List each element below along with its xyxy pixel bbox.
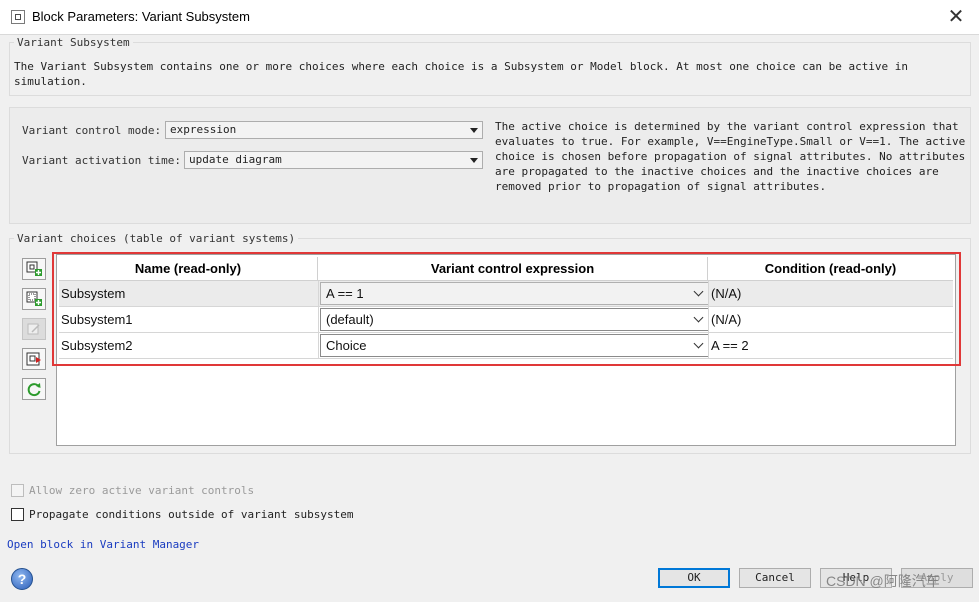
- variant-control-mode-select[interactable]: expression: [165, 121, 483, 139]
- subsystem-description-line1: The Variant Subsystem contains one or mo…: [14, 60, 909, 73]
- add-model-choice-button[interactable]: [22, 288, 46, 310]
- help-icon[interactable]: ?: [11, 568, 33, 590]
- block-parameters-icon: [11, 10, 25, 24]
- open-variant-manager-link[interactable]: Open block in Variant Manager: [7, 538, 199, 551]
- title-bar: Block Parameters: Variant Subsystem ✕: [0, 0, 979, 35]
- propagate-conditions-label: Propagate conditions outside of variant …: [29, 508, 354, 521]
- dropdown-arrow-icon: [470, 128, 478, 133]
- refresh-choices-button[interactable]: [22, 378, 46, 400]
- add-model-icon: [26, 291, 42, 306]
- variant-choices-legend: Variant choices (table of variant system…: [17, 232, 296, 245]
- activation-info-line4: are propagated to the inactive choices a…: [495, 165, 939, 178]
- open-choice-button[interactable]: [22, 348, 46, 370]
- activation-info-line1: The active choice is determined by the v…: [495, 120, 959, 133]
- variant-control-mode-label: Variant control mode:: [22, 124, 162, 137]
- allow-zero-active-label: Allow zero active variant controls: [29, 484, 255, 497]
- activation-info-line3: choice is chosen before propagation of s…: [495, 150, 966, 163]
- propagate-conditions-checkbox[interactable]: [11, 508, 24, 521]
- add-subsystem-choice-button[interactable]: [22, 258, 46, 280]
- ok-button[interactable]: OK: [658, 568, 730, 588]
- subsystem-description-line2: simulation.: [14, 75, 87, 88]
- close-icon[interactable]: ✕: [941, 4, 971, 30]
- window-title: Block Parameters: Variant Subsystem: [32, 9, 250, 24]
- variant-activation-time-label: Variant activation time:: [22, 154, 181, 167]
- cancel-button[interactable]: Cancel: [739, 568, 811, 588]
- activation-info-line5: removed prior to propagation of signal a…: [495, 180, 827, 193]
- open-choice-icon: [26, 352, 41, 366]
- refresh-icon: [27, 383, 41, 397]
- variant-activation-time-select[interactable]: update diagram: [184, 151, 483, 169]
- add-subsystem-icon: [26, 261, 42, 276]
- variant-activation-time-value: update diagram: [189, 153, 282, 166]
- edit-choice-icon: [27, 323, 40, 335]
- activation-info-line2: evaluates to true. For example, V==Engin…: [495, 135, 966, 148]
- edit-choice-button: [22, 318, 46, 340]
- allow-zero-active-checkbox[interactable]: [11, 484, 24, 497]
- variant-control-mode-value: expression: [170, 123, 237, 136]
- variant-subsystem-legend: Variant Subsystem: [17, 36, 130, 49]
- highlight-frame: [52, 252, 961, 366]
- watermark: CSDN @阿隆汽车: [826, 573, 940, 589]
- dropdown-arrow-icon: [470, 158, 478, 163]
